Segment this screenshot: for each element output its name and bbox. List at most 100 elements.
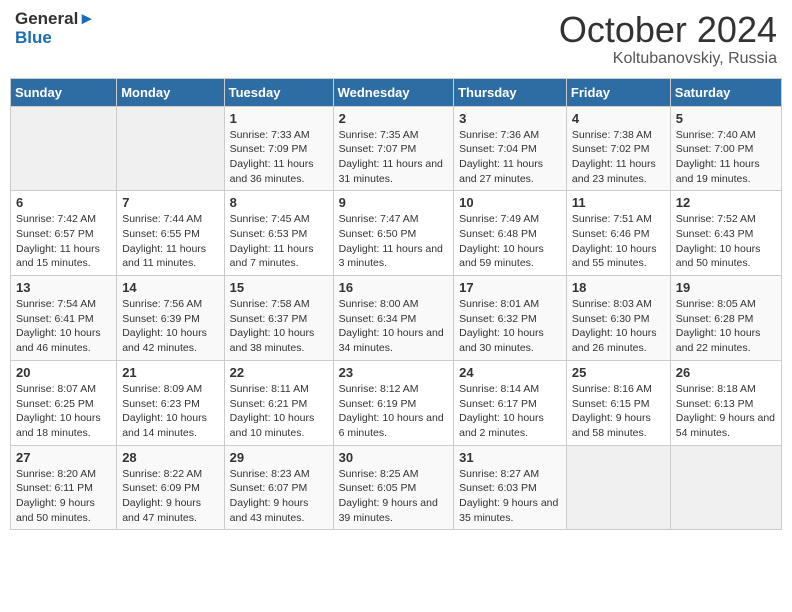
- weekday-header-friday: Friday: [566, 78, 670, 106]
- day-number: 18: [572, 280, 665, 295]
- day-number: 31: [459, 450, 561, 465]
- calendar-cell: 12 Sunrise: 7:52 AM Sunset: 6:43 PM Dayl…: [670, 191, 781, 276]
- calendar-cell: [117, 106, 224, 191]
- day-info: Sunrise: 7:47 AM Sunset: 6:50 PM Dayligh…: [339, 212, 449, 271]
- week-row-4: 20 Sunrise: 8:07 AM Sunset: 6:25 PM Dayl…: [11, 360, 782, 445]
- calendar-cell: 28 Sunrise: 8:22 AM Sunset: 6:09 PM Dayl…: [117, 445, 224, 530]
- day-number: 24: [459, 365, 561, 380]
- calendar-cell: 23 Sunrise: 8:12 AM Sunset: 6:19 PM Dayl…: [333, 360, 454, 445]
- week-row-3: 13 Sunrise: 7:54 AM Sunset: 6:41 PM Dayl…: [11, 276, 782, 361]
- day-number: 11: [572, 195, 665, 210]
- day-number: 5: [676, 111, 776, 126]
- logo-blue: Blue: [15, 29, 95, 48]
- week-row-1: 1 Sunrise: 7:33 AM Sunset: 7:09 PM Dayli…: [11, 106, 782, 191]
- day-info: Sunrise: 7:52 AM Sunset: 6:43 PM Dayligh…: [676, 212, 776, 271]
- day-info: Sunrise: 7:40 AM Sunset: 7:00 PM Dayligh…: [676, 128, 776, 187]
- day-info: Sunrise: 7:35 AM Sunset: 7:07 PM Dayligh…: [339, 128, 449, 187]
- day-number: 4: [572, 111, 665, 126]
- day-number: 15: [230, 280, 328, 295]
- day-number: 29: [230, 450, 328, 465]
- calendar-cell: 6 Sunrise: 7:42 AM Sunset: 6:57 PM Dayli…: [11, 191, 117, 276]
- day-number: 3: [459, 111, 561, 126]
- page-header: General► Blue October 2024 Koltubanovski…: [10, 10, 782, 68]
- weekday-header-thursday: Thursday: [454, 78, 567, 106]
- day-number: 25: [572, 365, 665, 380]
- location: Koltubanovskiy, Russia: [559, 50, 777, 68]
- day-info: Sunrise: 8:12 AM Sunset: 6:19 PM Dayligh…: [339, 382, 449, 441]
- calendar-cell: 11 Sunrise: 7:51 AM Sunset: 6:46 PM Dayl…: [566, 191, 670, 276]
- weekday-header-wednesday: Wednesday: [333, 78, 454, 106]
- calendar-cell: 9 Sunrise: 7:47 AM Sunset: 6:50 PM Dayli…: [333, 191, 454, 276]
- calendar-cell: 30 Sunrise: 8:25 AM Sunset: 6:05 PM Dayl…: [333, 445, 454, 530]
- day-number: 8: [230, 195, 328, 210]
- month-title: October 2024: [559, 10, 777, 50]
- calendar-cell: [566, 445, 670, 530]
- calendar-cell: 13 Sunrise: 7:54 AM Sunset: 6:41 PM Dayl…: [11, 276, 117, 361]
- day-info: Sunrise: 7:54 AM Sunset: 6:41 PM Dayligh…: [16, 297, 111, 356]
- day-number: 7: [122, 195, 218, 210]
- day-info: Sunrise: 8:20 AM Sunset: 6:11 PM Dayligh…: [16, 467, 111, 526]
- calendar-cell: 20 Sunrise: 8:07 AM Sunset: 6:25 PM Dayl…: [11, 360, 117, 445]
- day-info: Sunrise: 7:58 AM Sunset: 6:37 PM Dayligh…: [230, 297, 328, 356]
- day-info: Sunrise: 8:09 AM Sunset: 6:23 PM Dayligh…: [122, 382, 218, 441]
- weekday-header-tuesday: Tuesday: [224, 78, 333, 106]
- day-number: 9: [339, 195, 449, 210]
- calendar-cell: 26 Sunrise: 8:18 AM Sunset: 6:13 PM Dayl…: [670, 360, 781, 445]
- day-info: Sunrise: 7:56 AM Sunset: 6:39 PM Dayligh…: [122, 297, 218, 356]
- day-number: 30: [339, 450, 449, 465]
- day-info: Sunrise: 8:00 AM Sunset: 6:34 PM Dayligh…: [339, 297, 449, 356]
- calendar-cell: 10 Sunrise: 7:49 AM Sunset: 6:48 PM Dayl…: [454, 191, 567, 276]
- day-info: Sunrise: 8:23 AM Sunset: 6:07 PM Dayligh…: [230, 467, 328, 526]
- calendar-table: SundayMondayTuesdayWednesdayThursdayFrid…: [10, 78, 782, 531]
- calendar-cell: [670, 445, 781, 530]
- day-info: Sunrise: 8:11 AM Sunset: 6:21 PM Dayligh…: [230, 382, 328, 441]
- calendar-cell: 1 Sunrise: 7:33 AM Sunset: 7:09 PM Dayli…: [224, 106, 333, 191]
- logo-general: General►: [15, 10, 95, 29]
- calendar-cell: 8 Sunrise: 7:45 AM Sunset: 6:53 PM Dayli…: [224, 191, 333, 276]
- day-info: Sunrise: 7:49 AM Sunset: 6:48 PM Dayligh…: [459, 212, 561, 271]
- day-info: Sunrise: 8:16 AM Sunset: 6:15 PM Dayligh…: [572, 382, 665, 441]
- day-info: Sunrise: 7:45 AM Sunset: 6:53 PM Dayligh…: [230, 212, 328, 271]
- day-info: Sunrise: 8:05 AM Sunset: 6:28 PM Dayligh…: [676, 297, 776, 356]
- weekday-header-sunday: Sunday: [11, 78, 117, 106]
- calendar-cell: 2 Sunrise: 7:35 AM Sunset: 7:07 PM Dayli…: [333, 106, 454, 191]
- weekday-header-monday: Monday: [117, 78, 224, 106]
- calendar-cell: 15 Sunrise: 7:58 AM Sunset: 6:37 PM Dayl…: [224, 276, 333, 361]
- day-number: 17: [459, 280, 561, 295]
- day-info: Sunrise: 7:42 AM Sunset: 6:57 PM Dayligh…: [16, 212, 111, 271]
- day-number: 6: [16, 195, 111, 210]
- day-info: Sunrise: 7:44 AM Sunset: 6:55 PM Dayligh…: [122, 212, 218, 271]
- calendar-cell: 18 Sunrise: 8:03 AM Sunset: 6:30 PM Dayl…: [566, 276, 670, 361]
- day-info: Sunrise: 8:18 AM Sunset: 6:13 PM Dayligh…: [676, 382, 776, 441]
- day-info: Sunrise: 7:33 AM Sunset: 7:09 PM Dayligh…: [230, 128, 328, 187]
- calendar-cell: 5 Sunrise: 7:40 AM Sunset: 7:00 PM Dayli…: [670, 106, 781, 191]
- weekday-header-row: SundayMondayTuesdayWednesdayThursdayFrid…: [11, 78, 782, 106]
- day-number: 2: [339, 111, 449, 126]
- day-number: 19: [676, 280, 776, 295]
- day-number: 26: [676, 365, 776, 380]
- day-number: 20: [16, 365, 111, 380]
- calendar-cell: 25 Sunrise: 8:16 AM Sunset: 6:15 PM Dayl…: [566, 360, 670, 445]
- week-row-2: 6 Sunrise: 7:42 AM Sunset: 6:57 PM Dayli…: [11, 191, 782, 276]
- calendar-cell: 24 Sunrise: 8:14 AM Sunset: 6:17 PM Dayl…: [454, 360, 567, 445]
- logo: General► Blue: [15, 10, 95, 47]
- day-info: Sunrise: 8:07 AM Sunset: 6:25 PM Dayligh…: [16, 382, 111, 441]
- day-info: Sunrise: 8:01 AM Sunset: 6:32 PM Dayligh…: [459, 297, 561, 356]
- calendar-cell: 17 Sunrise: 8:01 AM Sunset: 6:32 PM Dayl…: [454, 276, 567, 361]
- day-info: Sunrise: 7:51 AM Sunset: 6:46 PM Dayligh…: [572, 212, 665, 271]
- day-number: 27: [16, 450, 111, 465]
- day-info: Sunrise: 8:03 AM Sunset: 6:30 PM Dayligh…: [572, 297, 665, 356]
- calendar-cell: 16 Sunrise: 8:00 AM Sunset: 6:34 PM Dayl…: [333, 276, 454, 361]
- day-info: Sunrise: 8:25 AM Sunset: 6:05 PM Dayligh…: [339, 467, 449, 526]
- title-block: October 2024 Koltubanovskiy, Russia: [559, 10, 777, 68]
- day-number: 28: [122, 450, 218, 465]
- day-info: Sunrise: 8:22 AM Sunset: 6:09 PM Dayligh…: [122, 467, 218, 526]
- day-number: 12: [676, 195, 776, 210]
- calendar-cell: 27 Sunrise: 8:20 AM Sunset: 6:11 PM Dayl…: [11, 445, 117, 530]
- calendar-cell: 3 Sunrise: 7:36 AM Sunset: 7:04 PM Dayli…: [454, 106, 567, 191]
- calendar-cell: 7 Sunrise: 7:44 AM Sunset: 6:55 PM Dayli…: [117, 191, 224, 276]
- calendar-cell: 31 Sunrise: 8:27 AM Sunset: 6:03 PM Dayl…: [454, 445, 567, 530]
- calendar-cell: 21 Sunrise: 8:09 AM Sunset: 6:23 PM Dayl…: [117, 360, 224, 445]
- day-number: 13: [16, 280, 111, 295]
- calendar-cell: [11, 106, 117, 191]
